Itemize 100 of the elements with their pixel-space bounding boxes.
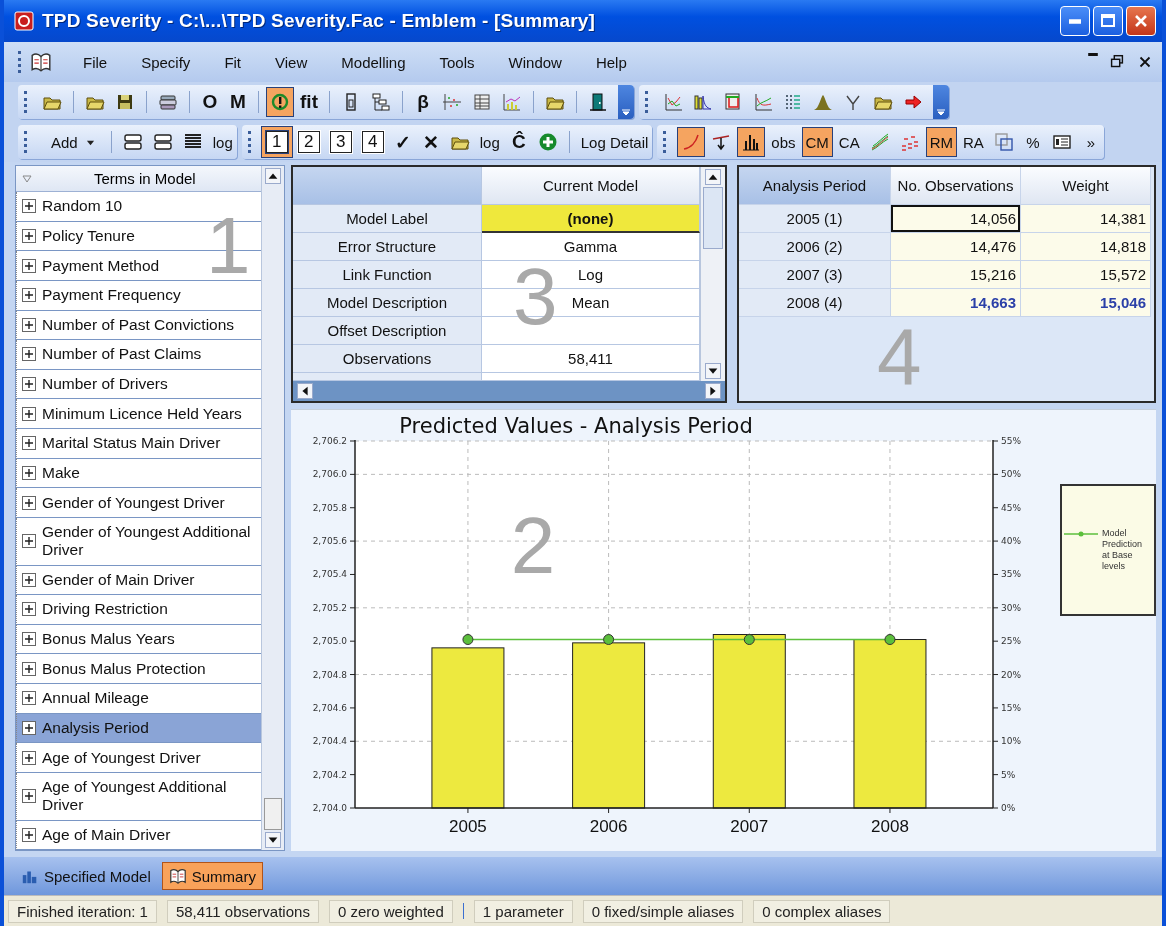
- scrollbar[interactable]: [700, 167, 725, 381]
- expand-icon[interactable]: [22, 602, 36, 617]
- term-item[interactable]: Annual Mileage: [16, 684, 261, 714]
- expand-icon[interactable]: [22, 347, 36, 362]
- expand-icon[interactable]: [22, 827, 36, 842]
- term-item[interactable]: Marital Status Main Driver: [16, 429, 261, 459]
- expand-icon[interactable]: [22, 406, 36, 421]
- toolbar-button[interactable]: fit: [296, 87, 322, 117]
- toolbar-button[interactable]: [677, 127, 706, 157]
- toolbar-button[interactable]: CM: [801, 127, 833, 157]
- expand-icon[interactable]: [22, 661, 36, 676]
- menu-item[interactable]: Window: [491, 49, 579, 75]
- scroll-up-icon[interactable]: [705, 169, 721, 185]
- menu-item[interactable]: Help: [578, 49, 644, 75]
- column-header[interactable]: Analysis Period: [739, 167, 891, 205]
- window-title: TPD Severity - C:\...\TPD Severity.Fac - Emblem - [Summary]: [42, 10, 596, 32]
- plus-icon: [537, 132, 558, 152]
- scroll-thumb[interactable]: [264, 798, 282, 830]
- term-item[interactable]: Gender of Youngest Driver: [16, 488, 261, 518]
- toolbar-button[interactable]: M: [225, 87, 251, 117]
- expand-icon[interactable]: [22, 534, 36, 549]
- menu-item[interactable]: File: [66, 49, 125, 75]
- term-item[interactable]: Number of Past Convictions: [16, 310, 261, 341]
- menu-item[interactable]: Tools: [422, 49, 492, 75]
- expand-icon[interactable]: [22, 288, 36, 303]
- panel-button[interactable]: 4: [360, 130, 385, 154]
- toolbar-button[interactable]: Ĉ: [505, 127, 532, 157]
- term-item[interactable]: Number of Past Claims: [16, 340, 261, 370]
- expand-icon[interactable]: [22, 750, 36, 765]
- toolbar-button[interactable]: Log Detail: [576, 127, 653, 157]
- expand-icon[interactable]: [22, 691, 36, 706]
- expand-icon[interactable]: [22, 199, 36, 214]
- toolbar-overflow-button[interactable]: [933, 85, 949, 119]
- toolbar-button[interactable]: %: [1019, 127, 1046, 157]
- menu-item[interactable]: View: [258, 49, 325, 75]
- toolbar-button[interactable]: log: [208, 127, 237, 157]
- scroll-down-icon[interactable]: [705, 363, 721, 379]
- expand-icon[interactable]: [22, 436, 36, 451]
- toolbar-button[interactable]: β: [410, 87, 436, 117]
- term-item[interactable]: Bonus Malus Years: [16, 624, 261, 655]
- term-item[interactable]: Analysis Period: [16, 713, 261, 744]
- scrollbar[interactable]: [261, 166, 284, 850]
- toolbar-button[interactable]: »: [1077, 127, 1104, 157]
- toolbar-button[interactable]: RM: [925, 127, 957, 157]
- scroll-thumb[interactable]: [703, 187, 723, 249]
- table-cell: 14,476: [891, 233, 1021, 261]
- toolbar-button[interactable]: RA: [959, 127, 988, 157]
- toolbar-button[interactable]: [737, 127, 766, 157]
- column-header[interactable]: Terms in Model: [16, 166, 261, 192]
- table-cell: 58,411: [482, 345, 700, 373]
- term-item[interactable]: Age of Youngest Driver: [16, 743, 261, 773]
- term-item[interactable]: Number of Drivers: [16, 369, 261, 400]
- close-button[interactable]: [1126, 6, 1156, 36]
- expand-icon[interactable]: [22, 789, 36, 804]
- column-header[interactable]: Weight: [1021, 167, 1151, 205]
- x-axis-label: 2007: [730, 817, 769, 836]
- view-tab[interactable]: Summary: [161, 862, 263, 890]
- expand-icon[interactable]: [22, 228, 36, 243]
- y-axis-label: 2,704.8: [312, 669, 347, 680]
- panel-button[interactable]: 3: [328, 130, 353, 154]
- view-tab[interactable]: Specified Model: [14, 862, 158, 890]
- scroll-right-icon[interactable]: [705, 383, 721, 399]
- panel-button[interactable]: 2: [296, 130, 321, 154]
- x-axis-label: 2005: [449, 817, 487, 836]
- term-item[interactable]: Gender of Youngest Additional Driver: [16, 517, 261, 566]
- toolbar-button[interactable]: obs: [767, 127, 800, 157]
- expand-icon[interactable]: [22, 465, 36, 480]
- term-item[interactable]: Gender of Main Driver: [16, 565, 261, 596]
- term-item[interactable]: Age of Youngest Additional Driver: [16, 772, 261, 821]
- menu-item[interactable]: Specify: [124, 49, 208, 75]
- toolbar-button[interactable]: CA: [834, 127, 864, 157]
- expand-icon[interactable]: [22, 720, 36, 735]
- toolbar-button[interactable]: log: [475, 127, 504, 157]
- column-header[interactable]: No. Observations: [891, 167, 1021, 205]
- term-item[interactable]: Driving Restriction: [16, 595, 261, 625]
- menu-item[interactable]: Fit: [207, 49, 259, 75]
- scroll-down-icon[interactable]: [265, 832, 281, 848]
- maximize-button[interactable]: [1093, 6, 1123, 36]
- toolbar-button[interactable]: [266, 87, 294, 117]
- term-item[interactable]: Payment Frequency: [16, 280, 261, 311]
- toolbar-button[interactable]: ✕: [417, 127, 444, 157]
- menu-item[interactable]: Modelling: [324, 49, 423, 75]
- add-dropdown[interactable]: Add: [38, 127, 104, 157]
- toolbar-button[interactable]: ✓: [389, 127, 416, 157]
- expand-icon[interactable]: [22, 317, 36, 332]
- scroll-left-icon[interactable]: [297, 383, 313, 399]
- term-item[interactable]: Age of Main Driver: [16, 820, 261, 851]
- expand-icon[interactable]: [22, 258, 36, 273]
- expand-icon[interactable]: [22, 572, 36, 587]
- column-header[interactable]: Current Model: [482, 167, 700, 205]
- scroll-up-icon[interactable]: [265, 168, 281, 184]
- expand-icon[interactable]: [22, 377, 36, 392]
- term-item[interactable]: Minimum Licence Held Years: [16, 399, 261, 429]
- expand-icon[interactable]: [22, 495, 36, 510]
- expand-icon[interactable]: [22, 632, 36, 647]
- minimize-button[interactable]: [1060, 6, 1090, 36]
- term-item[interactable]: Bonus Malus Protection: [16, 654, 261, 684]
- toolbar-overflow-button[interactable]: [618, 85, 634, 119]
- term-item[interactable]: Make: [16, 458, 261, 489]
- toolbar-button[interactable]: O: [197, 87, 223, 117]
